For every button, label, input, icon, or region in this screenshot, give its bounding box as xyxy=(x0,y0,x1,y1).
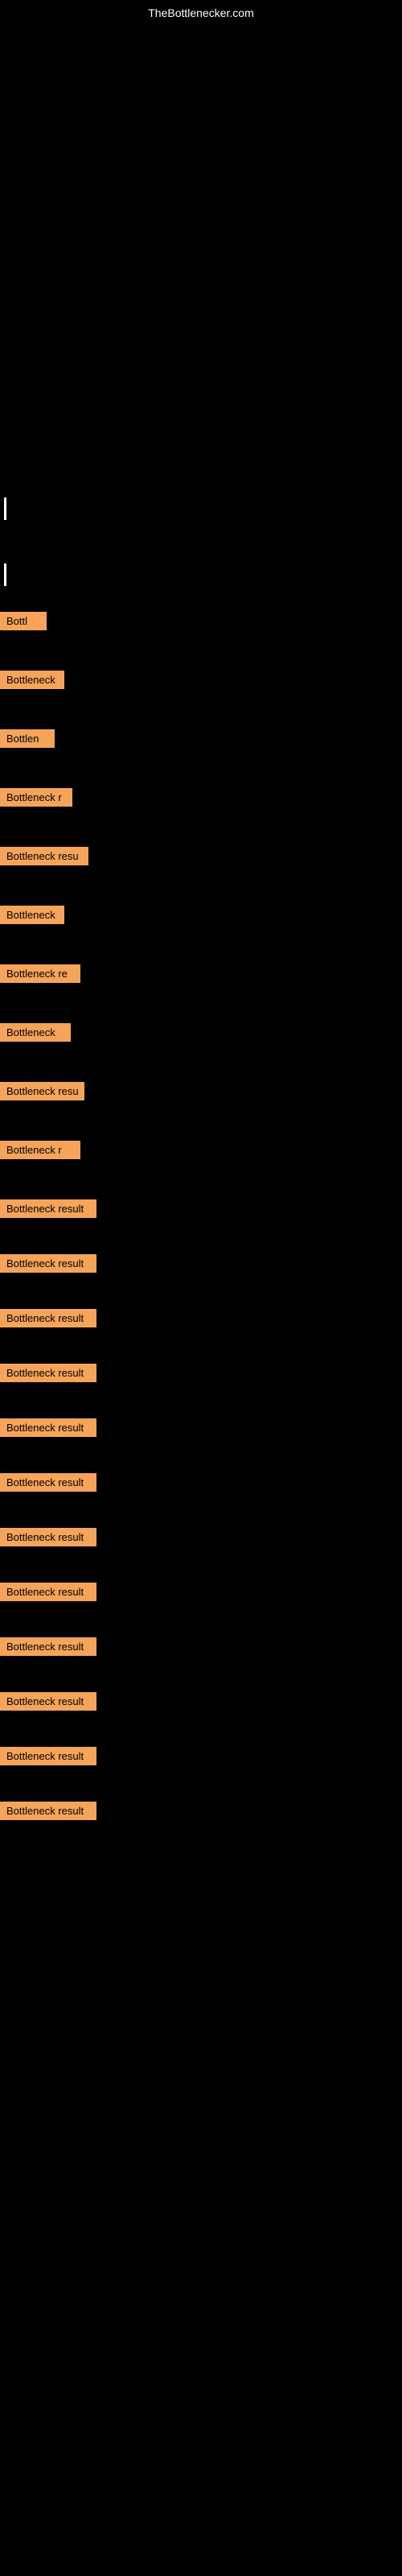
bottleneck-result-item[interactable]: Bottleneck r xyxy=(0,788,72,807)
bottleneck-result-item[interactable]: Bottleneck result xyxy=(0,1583,96,1601)
bottleneck-result-item[interactable]: Bottleneck re xyxy=(0,964,80,983)
bottleneck-result-item[interactable]: Bottleneck result xyxy=(0,1747,96,1765)
bottleneck-result-item[interactable]: Bottleneck xyxy=(0,906,64,924)
bottleneck-list: Bottl Bottleneck Bottlen Bottleneck r Bottle… xyxy=(0,612,402,1820)
bottleneck-result-item[interactable]: Bottleneck result xyxy=(0,1199,96,1218)
bottleneck-result-item[interactable]: Bottleneck result xyxy=(0,1254,96,1273)
bottleneck-result-item[interactable]: Bottlen xyxy=(0,729,55,748)
cursor-line-2 xyxy=(4,564,6,586)
bottleneck-result-item[interactable]: Bottleneck r xyxy=(0,1141,80,1159)
bottleneck-result-item[interactable]: Bottl xyxy=(0,612,47,630)
site-title: TheBottlenecker.com xyxy=(148,6,254,19)
bottleneck-result-item[interactable]: Bottleneck resu xyxy=(0,1082,84,1100)
bottleneck-result-item[interactable]: Bottleneck result xyxy=(0,1637,96,1656)
bottleneck-result-item[interactable]: Bottleneck resu xyxy=(0,847,88,865)
bottleneck-result-item[interactable]: Bottleneck result xyxy=(0,1802,96,1820)
bottleneck-result-item[interactable]: Bottleneck result xyxy=(0,1473,96,1492)
bottleneck-result-item[interactable]: Bottleneck result xyxy=(0,1692,96,1711)
bottleneck-result-item[interactable]: Bottleneck result xyxy=(0,1528,96,1546)
bottleneck-result-item[interactable]: Bottleneck xyxy=(0,671,64,689)
bottleneck-result-item[interactable]: Bottleneck result xyxy=(0,1364,96,1382)
cursor-line-1 xyxy=(4,497,6,520)
bottleneck-result-item[interactable]: Bottleneck result xyxy=(0,1309,96,1327)
bottleneck-result-item[interactable]: Bottleneck result xyxy=(0,1418,96,1437)
bottleneck-result-item[interactable]: Bottleneck xyxy=(0,1023,71,1042)
